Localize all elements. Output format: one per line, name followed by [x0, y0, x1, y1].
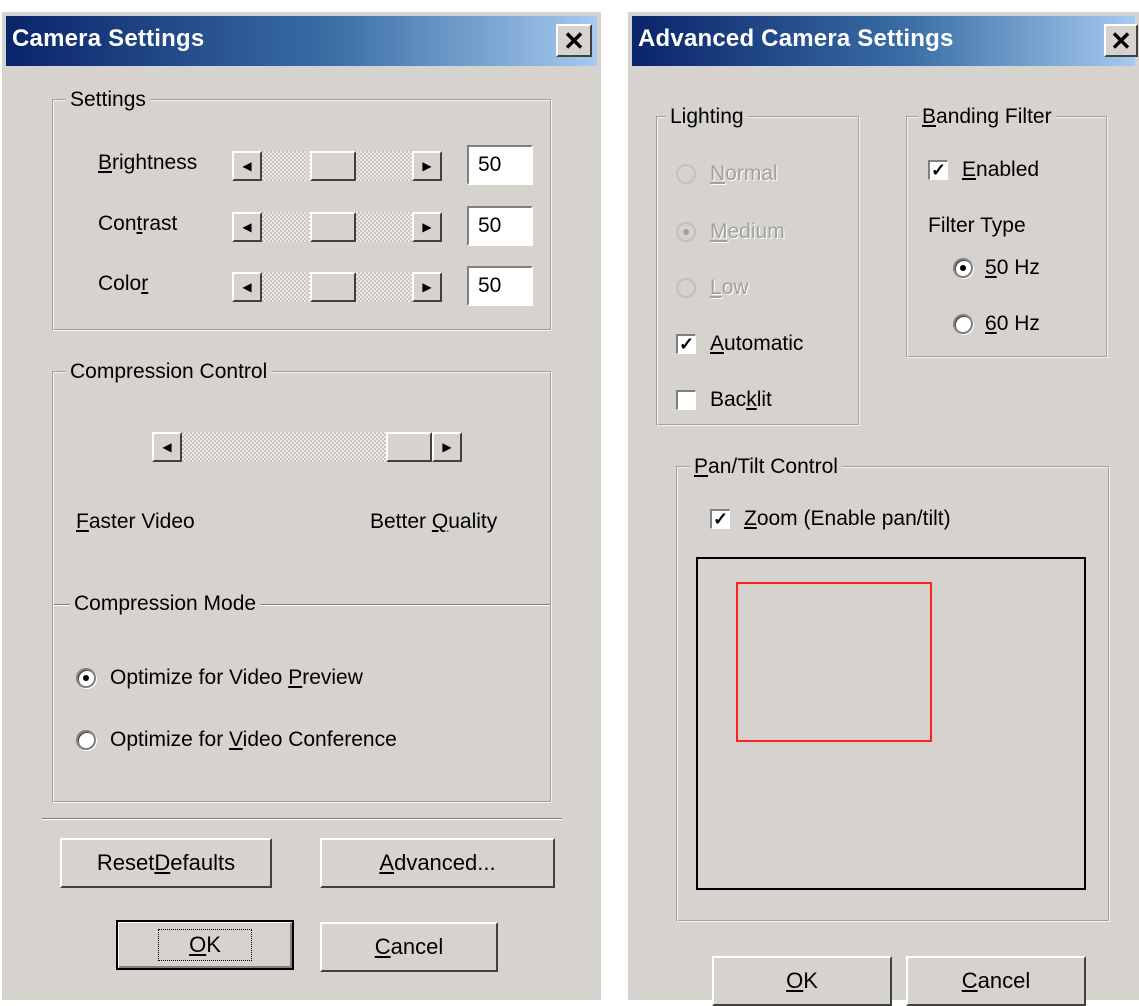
low-label: Low: [710, 276, 749, 299]
zoom-label[interactable]: Zoom (Enable pan/tilt): [744, 506, 951, 532]
pan-tilt-area[interactable]: [696, 557, 1086, 890]
radio-60hz[interactable]: [953, 314, 973, 334]
color-label: Color: [98, 272, 149, 295]
radio-medium[interactable]: [676, 222, 696, 242]
radio-optimize-preview[interactable]: [76, 668, 96, 688]
50hz-label[interactable]: 50 Hz: [985, 255, 1040, 281]
compression-slider[interactable]: ◀ ▶: [152, 432, 462, 462]
dialog-title: Advanced Camera Settings: [638, 25, 954, 52]
brightness-right-arrow[interactable]: ▶: [412, 151, 442, 181]
check-icon: ✓: [930, 160, 947, 180]
banding-filter-label: Banding Filter: [918, 104, 1056, 130]
contrast-thumb[interactable]: [310, 212, 356, 242]
arrow-left-icon: ◀: [162, 440, 172, 454]
close-icon: ✕: [563, 25, 585, 56]
lighting-group-label: Lighting: [666, 104, 748, 130]
compression-right-arrow[interactable]: ▶: [432, 432, 462, 462]
checkbox-zoom[interactable]: ✓: [710, 509, 730, 529]
reset-defaults-button[interactable]: Reset Defaults: [60, 838, 272, 888]
automatic-label[interactable]: Automatic: [710, 331, 803, 357]
radio-low[interactable]: [676, 278, 696, 298]
radio-optimize-conference[interactable]: [76, 730, 96, 750]
ok-button[interactable]: OK: [712, 956, 892, 1006]
faster-video-label: Faster Video: [76, 510, 195, 533]
color-left-arrow[interactable]: ◀: [232, 272, 262, 302]
optimize-conference-label[interactable]: Optimize for Video Conference: [110, 727, 397, 753]
contrast-right-arrow[interactable]: ▶: [412, 212, 442, 242]
brightness-value-field[interactable]: 50: [467, 145, 533, 185]
banding-enabled-label[interactable]: Enabled: [962, 157, 1039, 183]
60hz-label[interactable]: 60 Hz: [985, 311, 1040, 337]
compression-left-arrow[interactable]: ◀: [152, 432, 182, 462]
close-button[interactable]: ✕: [1104, 24, 1138, 57]
focus-rect: OK: [158, 929, 252, 961]
contrast-label: Contrast: [98, 212, 178, 235]
dialog-title: Camera Settings: [12, 25, 205, 52]
arrow-right-icon: ▶: [422, 159, 432, 173]
ok-button[interactable]: OK: [116, 920, 294, 970]
arrow-right-icon: ▶: [442, 440, 452, 454]
medium-label: Medium: [710, 220, 785, 243]
check-icon: ✓: [678, 334, 695, 354]
contrast-slider[interactable]: ◀ ▶: [232, 212, 442, 242]
cancel-button[interactable]: Cancel: [320, 922, 498, 972]
color-slider[interactable]: ◀ ▶: [232, 272, 442, 302]
cancel-button[interactable]: Cancel: [906, 956, 1086, 1006]
compression-control-label: Compression Control: [66, 359, 272, 385]
arrow-left-icon: ◀: [242, 220, 252, 234]
contrast-left-arrow[interactable]: ◀: [232, 212, 262, 242]
arrow-left-icon: ◀: [242, 159, 252, 173]
advanced-button[interactable]: Advanced...: [320, 838, 555, 888]
brightness-thumb[interactable]: [310, 151, 356, 181]
arrow-right-icon: ▶: [422, 220, 432, 234]
color-right-arrow[interactable]: ▶: [412, 272, 442, 302]
backlit-label[interactable]: Backlit: [710, 387, 772, 413]
arrow-left-icon: ◀: [242, 280, 252, 294]
checkbox-backlit[interactable]: [676, 390, 696, 410]
close-button[interactable]: ✕: [556, 24, 592, 57]
color-thumb[interactable]: [310, 272, 356, 302]
normal-label: Normal: [710, 162, 778, 185]
pan-tilt-label: Pan/Tilt Control: [690, 454, 842, 480]
title-bar: Camera Settings ✕: [6, 16, 597, 66]
color-value-field[interactable]: 50: [467, 266, 533, 306]
close-icon: ✕: [1110, 25, 1132, 56]
button-divider: [42, 818, 562, 820]
radio-normal[interactable]: [676, 164, 696, 184]
checkbox-banding-enabled[interactable]: ✓: [928, 160, 948, 180]
optimize-preview-label[interactable]: Optimize for Video Preview: [110, 665, 363, 691]
filter-type-label: Filter Type: [928, 214, 1026, 237]
brightness-label: Brightness: [98, 151, 198, 174]
checkbox-automatic[interactable]: ✓: [676, 334, 696, 354]
contrast-value-field[interactable]: 50: [467, 206, 533, 246]
compression-mode-label: Compression Mode: [70, 591, 261, 617]
camera-settings-dialog: Camera Settings ✕ Settings Brightness ◀ …: [0, 10, 601, 1000]
compression-thumb[interactable]: [386, 432, 432, 462]
better-quality-label: Better Quality: [370, 510, 498, 533]
radio-50hz[interactable]: [953, 258, 973, 278]
arrow-right-icon: ▶: [422, 280, 432, 294]
brightness-left-arrow[interactable]: ◀: [232, 151, 262, 181]
title-bar: Advanced Camera Settings ✕: [632, 16, 1138, 66]
check-icon: ✓: [712, 509, 729, 529]
advanced-camera-settings-dialog: Advanced Camera Settings ✕ Lighting Norm…: [626, 10, 1139, 1006]
zoom-region[interactable]: [736, 582, 932, 742]
settings-group-label: Settings: [66, 87, 150, 113]
brightness-slider[interactable]: ◀ ▶: [232, 151, 442, 181]
